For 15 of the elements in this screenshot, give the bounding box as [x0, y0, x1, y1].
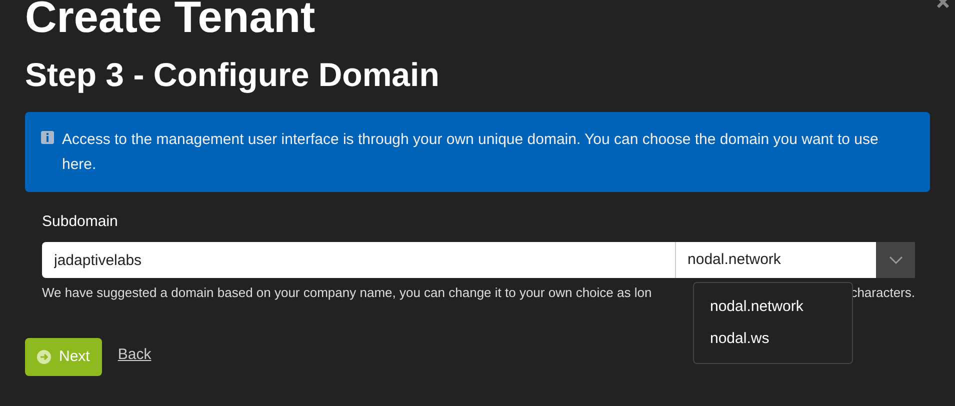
subdomain-input[interactable]: jadaptivelabs: [42, 242, 675, 278]
hint-text: We have suggested a domain based on your company name, you can change it to your own choice as lon: [42, 284, 652, 302]
menu-item[interactable]: nodal.ws: [694, 323, 852, 355]
info-icon: [41, 131, 54, 144]
dropdown-toggle[interactable]: [876, 242, 915, 278]
arrow-right-icon: [37, 350, 51, 364]
menu-item[interactable]: nodal.network: [694, 291, 852, 323]
subdomain-label: Subdomain: [42, 212, 119, 232]
chevron-down-icon: [888, 256, 903, 264]
step-title: Step 3 - Configure Domain: [25, 55, 440, 95]
info-text: Access to the management user interface is through your own unique domain. You can choose the domain you want to use here.: [62, 130, 880, 175]
hint-text: characters.: [850, 284, 915, 302]
domain-select[interactable]: nodal.network: [674, 242, 876, 278]
back-link[interactable]: Back: [118, 344, 152, 367]
page-title: Create Tenant: [25, 0, 316, 41]
